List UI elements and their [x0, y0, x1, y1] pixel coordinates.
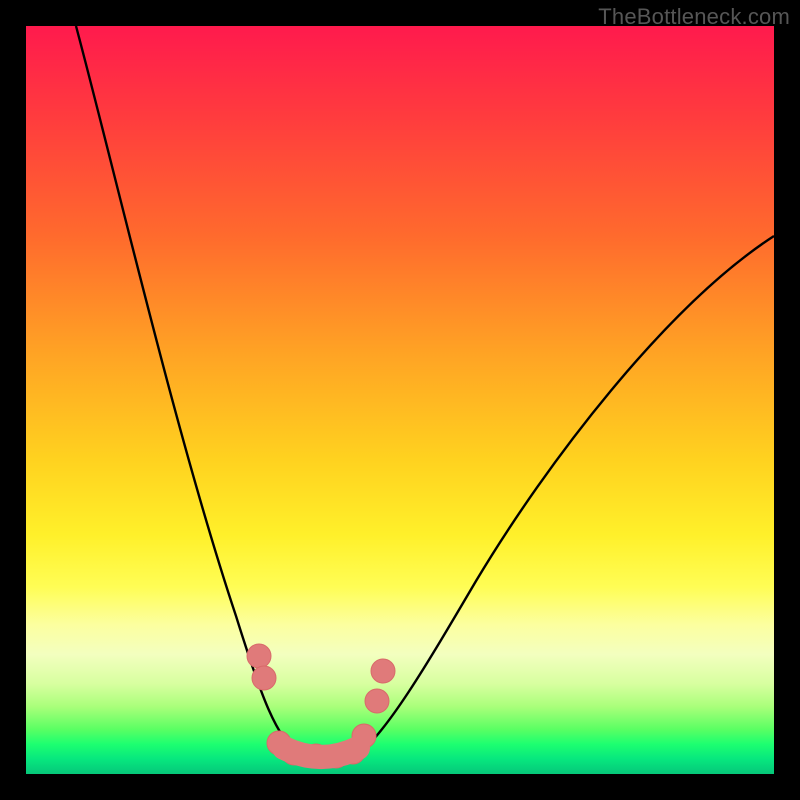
chart-area — [26, 26, 774, 774]
marker-dot — [247, 644, 271, 668]
chart-svg — [26, 26, 774, 774]
bottleneck-curve — [76, 26, 774, 765]
marker-dot — [365, 689, 389, 713]
marker-dot — [252, 666, 276, 690]
watermark-text: TheBottleneck.com — [598, 4, 790, 30]
marker-dot — [371, 659, 395, 683]
optimal-range-bar — [284, 748, 358, 757]
